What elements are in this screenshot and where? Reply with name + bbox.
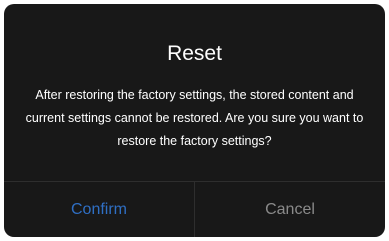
reset-dialog: Reset After restoring the factory settin… [4, 4, 385, 237]
cancel-button[interactable]: Cancel [195, 182, 385, 237]
dialog-title: Reset [167, 42, 222, 65]
confirm-button[interactable]: Confirm [4, 182, 194, 237]
dialog-message: After restoring the factory settings, th… [25, 88, 364, 148]
